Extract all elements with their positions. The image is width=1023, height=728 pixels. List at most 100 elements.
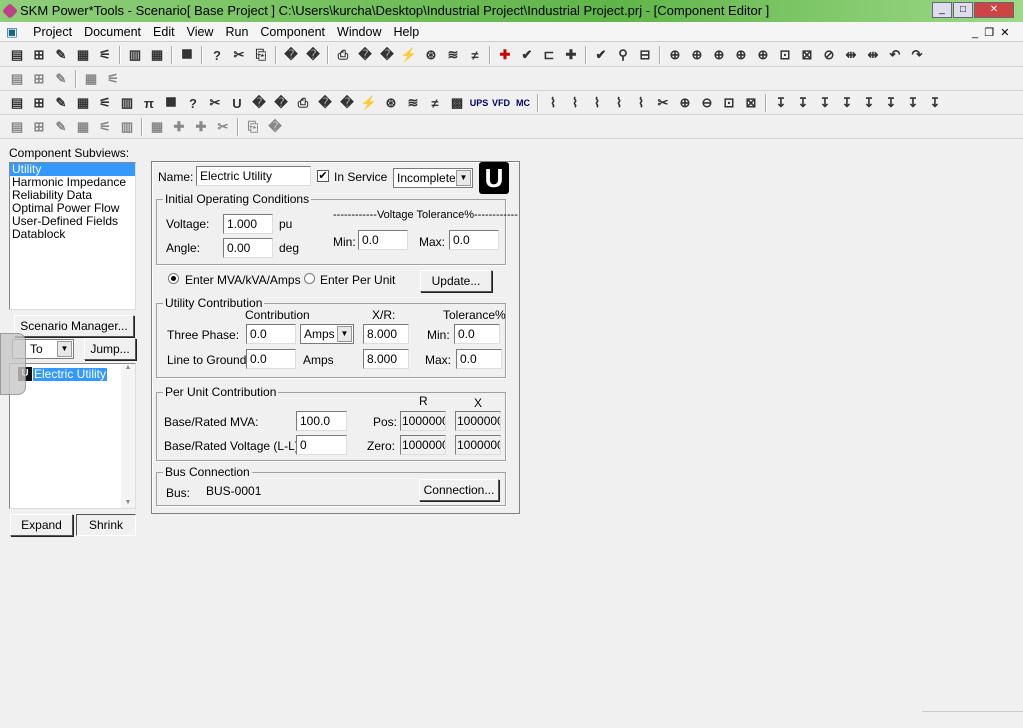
update-button[interactable]: Update... <box>420 270 492 292</box>
arrow6-icon[interactable]: ↧ <box>880 93 902 113</box>
text-tool-icon[interactable]: ▤ <box>6 69 28 89</box>
ct-icon[interactable]: ⊕ <box>674 93 696 113</box>
transformer3-icon[interactable]: ⚟ <box>94 93 116 113</box>
dock-handle[interactable] <box>0 333 26 395</box>
tcc-icon[interactable]: ✎ <box>50 45 72 65</box>
switch4-icon[interactable]: ⌇ <box>608 93 630 113</box>
sync-icon[interactable]: ⚡ <box>358 93 380 113</box>
print-icon[interactable]: � <box>280 45 302 65</box>
circle-icon[interactable]: ↷ <box>906 45 928 65</box>
switch1-icon[interactable]: ⌇ <box>542 93 564 113</box>
line-to-ground-xr-input[interactable]: 8.000 <box>363 349 409 369</box>
voltage-min-input[interactable]: 0.0 <box>358 230 408 250</box>
one-line-icon[interactable]: ⊞ <box>28 45 50 65</box>
align-icon[interactable]: ⊡ <box>774 45 796 65</box>
arrow7-icon[interactable]: ↧ <box>902 93 924 113</box>
tool-icon[interactable]: ✔ <box>590 45 612 65</box>
line-to-ground-input[interactable]: 0.0 <box>246 349 296 369</box>
zoom-out-icon[interactable]: ⊕ <box>686 45 708 65</box>
expand-button[interactable]: Expand <box>10 514 73 536</box>
switch5-icon[interactable]: ⌇ <box>630 93 652 113</box>
menu-edit[interactable]: Edit <box>147 22 181 42</box>
relay-icon[interactable]: ✂ <box>652 93 674 113</box>
minimize-button[interactable]: _ <box>932 2 952 18</box>
chevron-down-icon[interactable]: ▼ <box>456 170 471 186</box>
fork-icon[interactable]: ⊠ <box>740 93 762 113</box>
save-icon[interactable]: ▦ <box>146 45 168 65</box>
spreadsheet-icon[interactable]: ▥ <box>124 45 146 65</box>
undo-icon[interactable]: ⊘ <box>818 45 840 65</box>
scissors-icon[interactable]: ⊟ <box>634 45 656 65</box>
arrow8-icon[interactable]: ↧ <box>924 93 946 113</box>
ruler-icon[interactable]: ▦ <box>80 69 102 89</box>
runner-icon[interactable]: ⚟ <box>94 117 116 137</box>
flag-icon[interactable]: ▦ <box>146 117 168 137</box>
arrow1-icon[interactable]: ↧ <box>770 93 792 113</box>
voltage-input[interactable]: 1.000 <box>223 214 273 234</box>
diamond-icon[interactable]: ↶ <box>884 45 906 65</box>
menu-document[interactable]: Document <box>78 22 147 42</box>
motor-m-icon[interactable]: � <box>336 93 358 113</box>
tree-icon[interactable]: � <box>270 93 292 113</box>
status-select[interactable]: Incomplete ▼ <box>393 168 473 188</box>
link-icon[interactable]: ⊡ <box>718 93 740 113</box>
plus-icon[interactable]: ✚ <box>168 117 190 137</box>
in-service-checkbox[interactable]: ✔ <box>317 170 329 182</box>
switch2-icon[interactable]: ⌇ <box>564 93 586 113</box>
menu-project[interactable]: Project <box>27 22 78 42</box>
arrow3-icon[interactable]: ↧ <box>814 93 836 113</box>
switch3-icon[interactable]: ⌇ <box>586 93 608 113</box>
copy-icon[interactable]: ✂ <box>228 45 250 65</box>
redo-icon[interactable]: ⇹ <box>840 45 862 65</box>
panel-icon[interactable]: ⊛ <box>380 93 402 113</box>
vfd-icon[interactable]: VFD <box>490 93 512 113</box>
voltage-max-input[interactable]: 0.0 <box>449 230 499 250</box>
check-icon[interactable]: ✔ <box>516 45 538 65</box>
scrollbar[interactable]: ▲ ▼ <box>121 364 135 508</box>
calendar-icon[interactable]: ▤ <box>6 117 28 137</box>
tree-item[interactable]: Electric Utility <box>33 368 108 381</box>
report-icon[interactable]: ▦ <box>72 45 94 65</box>
pulse-icon[interactable]: ▦ <box>72 117 94 137</box>
align2-icon[interactable]: ⊠ <box>796 45 818 65</box>
insert-icon[interactable]: ✚ <box>560 45 582 65</box>
pi-icon[interactable]: π <box>138 93 160 113</box>
load-icon[interactable]: ▤ <box>6 93 28 113</box>
reactor-icon[interactable]: ? <box>182 93 204 113</box>
arrow5-icon[interactable]: ↧ <box>858 93 880 113</box>
menu-window[interactable]: Window <box>331 22 387 42</box>
arrow2-icon[interactable]: ↧ <box>792 93 814 113</box>
jump-button[interactable]: Jump... <box>84 338 136 360</box>
generator-icon[interactable]: � <box>248 93 270 113</box>
node-icon[interactable]: ⊖ <box>696 93 718 113</box>
graph-icon[interactable]: ▥ <box>116 117 138 137</box>
datablock-icon[interactable]: ⚟ <box>94 45 116 65</box>
light-icon[interactable]: ≋ <box>442 45 464 65</box>
chevron-down-icon[interactable]: ▼ <box>57 341 72 357</box>
menu-component[interactable]: Component <box>254 22 331 42</box>
mdi-controls[interactable]: _ ❐ ✕ <box>972 26 1009 39</box>
maximize-button[interactable]: □ <box>953 2 973 18</box>
shrink-button[interactable]: Shrink <box>76 514 136 536</box>
text-icon[interactable]: ⇹ <box>862 45 884 65</box>
t-icon[interactable]: � <box>264 117 286 137</box>
three-phase-xr-input[interactable]: 8.000 <box>363 324 409 344</box>
transient-icon[interactable]: ⚡ <box>398 45 420 65</box>
dc-icon[interactable]: ≠ <box>464 45 486 65</box>
three-phase-input[interactable]: 0.0 <box>246 324 296 344</box>
check-down-icon[interactable]: ✂ <box>212 117 234 137</box>
pencil-icon[interactable]: ⚟ <box>102 69 124 89</box>
ups-icon[interactable]: UPS <box>468 93 490 113</box>
menu-run[interactable]: Run <box>219 22 254 42</box>
grid-icon[interactable]: ⎙ <box>292 93 314 113</box>
cut-icon[interactable]: ? <box>206 45 228 65</box>
chart-icon[interactable]: ⊞ <box>28 117 50 137</box>
tolerance-min-input[interactable]: 0.0 <box>454 324 500 344</box>
plus2-icon[interactable]: ✚ <box>190 117 212 137</box>
motor-icon[interactable]: ✎ <box>50 93 72 113</box>
base-voltage-input[interactable]: 0 <box>296 435 347 455</box>
subview-item[interactable]: Datablock <box>10 228 135 241</box>
harmonics-icon[interactable]: � <box>376 45 398 65</box>
mc-icon[interactable]: MC <box>512 93 534 113</box>
hand-icon[interactable]: ⊞ <box>28 69 50 89</box>
